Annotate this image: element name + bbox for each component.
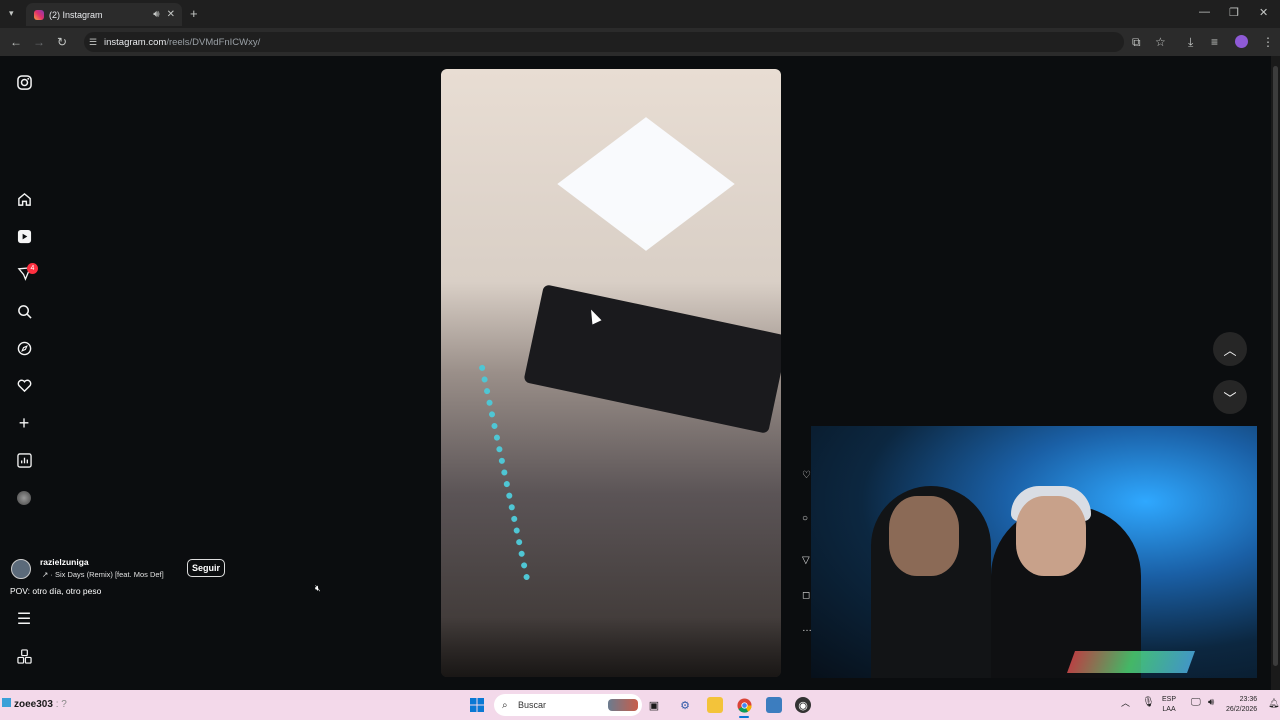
cast-icon[interactable]: ⧉ — [1132, 35, 1141, 50]
profile-avatar[interactable] — [1235, 35, 1248, 48]
chrome-icon[interactable] — [736, 697, 752, 713]
save-icon[interactable]: ◻ — [802, 590, 810, 601]
lang-top: ESP — [1162, 696, 1177, 703]
windows-start-icon[interactable] — [469, 697, 485, 713]
microphone-icon[interactable]: 🎙︎ — [1142, 698, 1155, 708]
language-indicator[interactable]: ESP LAA — [1162, 695, 1176, 715]
speaker-icon[interactable]: 🔊︎ — [153, 9, 159, 20]
reel-video[interactable] — [441, 69, 781, 677]
tab-instagram[interactable]: (2) Instagram 🔊︎ ✕ — [26, 3, 182, 26]
reel-audio[interactable]: ↗ · Six Days (Remix) [feat. Mos Def] — [42, 570, 164, 579]
ceiling-light — [557, 117, 735, 251]
url-domain: instagram.com — [104, 36, 167, 48]
tray-overflow-icon[interactable]: ︿ — [1121, 698, 1130, 708]
clock-time: 23:36 — [1239, 696, 1258, 703]
follow-button[interactable]: Seguir — [187, 559, 226, 577]
coiled-cable — [478, 357, 564, 581]
app-icon[interactable]: ◉ — [795, 697, 811, 713]
menu-kebab-icon[interactable]: ⋮ — [1262, 35, 1274, 49]
taskbar-search-label: Buscar — [518, 700, 547, 710]
reel-username[interactable]: razielzuniga — [40, 557, 89, 567]
dashboard-icon[interactable] — [16, 452, 32, 468]
scrollbar-thumb[interactable] — [1273, 66, 1278, 666]
settings-icon[interactable]: ⚙ — [677, 697, 693, 713]
previous-reel-button[interactable]: ︿ — [1213, 332, 1247, 366]
stream-user-label: zoee303 : ? — [2, 698, 67, 710]
explore-icon[interactable] — [16, 340, 32, 356]
file-explorer-icon[interactable] — [707, 697, 723, 713]
more-menu-icon[interactable]: ☰ — [16, 611, 32, 628]
tab-title: (2) Instagram — [49, 9, 103, 20]
profile-avatar[interactable] — [16, 490, 32, 506]
streamer-left-head — [889, 496, 959, 576]
close-tab-icon[interactable]: ✕ — [167, 9, 175, 20]
forward-icon[interactable]: → — [33, 35, 45, 49]
volume-icon[interactable]: 🔊︎ — [1208, 698, 1214, 708]
heart-icon[interactable] — [16, 377, 32, 393]
caption-overlay — [441, 617, 781, 677]
streamer-right-head — [1016, 496, 1086, 576]
bookmark-star-icon[interactable]: ☆ — [1155, 35, 1166, 49]
close-window-icon[interactable]: ✕ — [1259, 6, 1268, 19]
rgb-keyboard — [1066, 651, 1196, 673]
comment-icon[interactable]: ○ — [802, 513, 808, 524]
browser-titlebar: ▾ (2) Instagram 🔊︎ ✕ + — ❐ ✕ — [0, 0, 1280, 28]
search-highlight-image — [608, 699, 638, 711]
download-icon[interactable]: ⤓ — [1188, 35, 1193, 50]
tab-search-icon[interactable]: ▾ — [9, 8, 14, 19]
clock-date: 26/2/2026 — [1226, 706, 1258, 713]
active-app-indicator — [739, 716, 749, 718]
url-path: /reels/DVMdFnICWxy/ — [166, 36, 261, 48]
restore-icon[interactable]: ❐ — [1229, 6, 1239, 19]
network-icon[interactable]: 🖵︎ — [1191, 698, 1201, 708]
media-control-icon[interactable]: ≡ — [1211, 35, 1218, 49]
search-icon[interactable] — [16, 303, 32, 319]
reel-caption: POV: otro día, otro peso — [10, 586, 102, 596]
next-reel-button[interactable]: ﹀ — [1213, 380, 1247, 414]
back-icon[interactable]: ← — [10, 35, 22, 49]
share-icon[interactable]: ▽ — [802, 555, 810, 566]
obs-window-icon[interactable] — [766, 697, 782, 713]
reels-icon[interactable] — [16, 228, 32, 244]
camera-rig — [523, 284, 781, 434]
instagram-logo-icon[interactable] — [16, 74, 32, 90]
reload-icon[interactable]: ↻ — [57, 35, 67, 49]
notification-badge: 4 — [27, 263, 38, 274]
like-icon[interactable]: ♡ — [802, 470, 811, 481]
reel-author-avatar[interactable] — [11, 559, 31, 579]
also-from-meta-icon[interactable] — [16, 648, 32, 664]
webcam-overlay — [811, 426, 1257, 678]
address-bar[interactable]: ☰ instagram.com/reels/DVMdFnICWxy/ — [84, 32, 1124, 52]
lang-bottom: LAA — [1162, 706, 1176, 713]
minimize-icon[interactable]: — — [1199, 6, 1210, 18]
site-info-icon[interactable]: ☰ — [89, 37, 97, 48]
create-plus-icon[interactable]: + — [16, 413, 32, 433]
task-view-icon[interactable]: ▣ — [646, 697, 662, 713]
taskbar-search[interactable]: ⌕ Buscar — [494, 694, 642, 716]
clock[interactable]: 23:36 26/2/2026 — [1226, 695, 1257, 715]
notifications-icon[interactable]: 🔔︎ — [1268, 698, 1279, 708]
instagram-favicon-icon — [34, 9, 44, 20]
mute-icon[interactable]: 🔇︎ — [315, 583, 321, 594]
home-icon[interactable] — [16, 191, 32, 207]
new-tab-icon[interactable]: + — [190, 6, 198, 21]
search-icon: ⌕ — [502, 699, 508, 711]
